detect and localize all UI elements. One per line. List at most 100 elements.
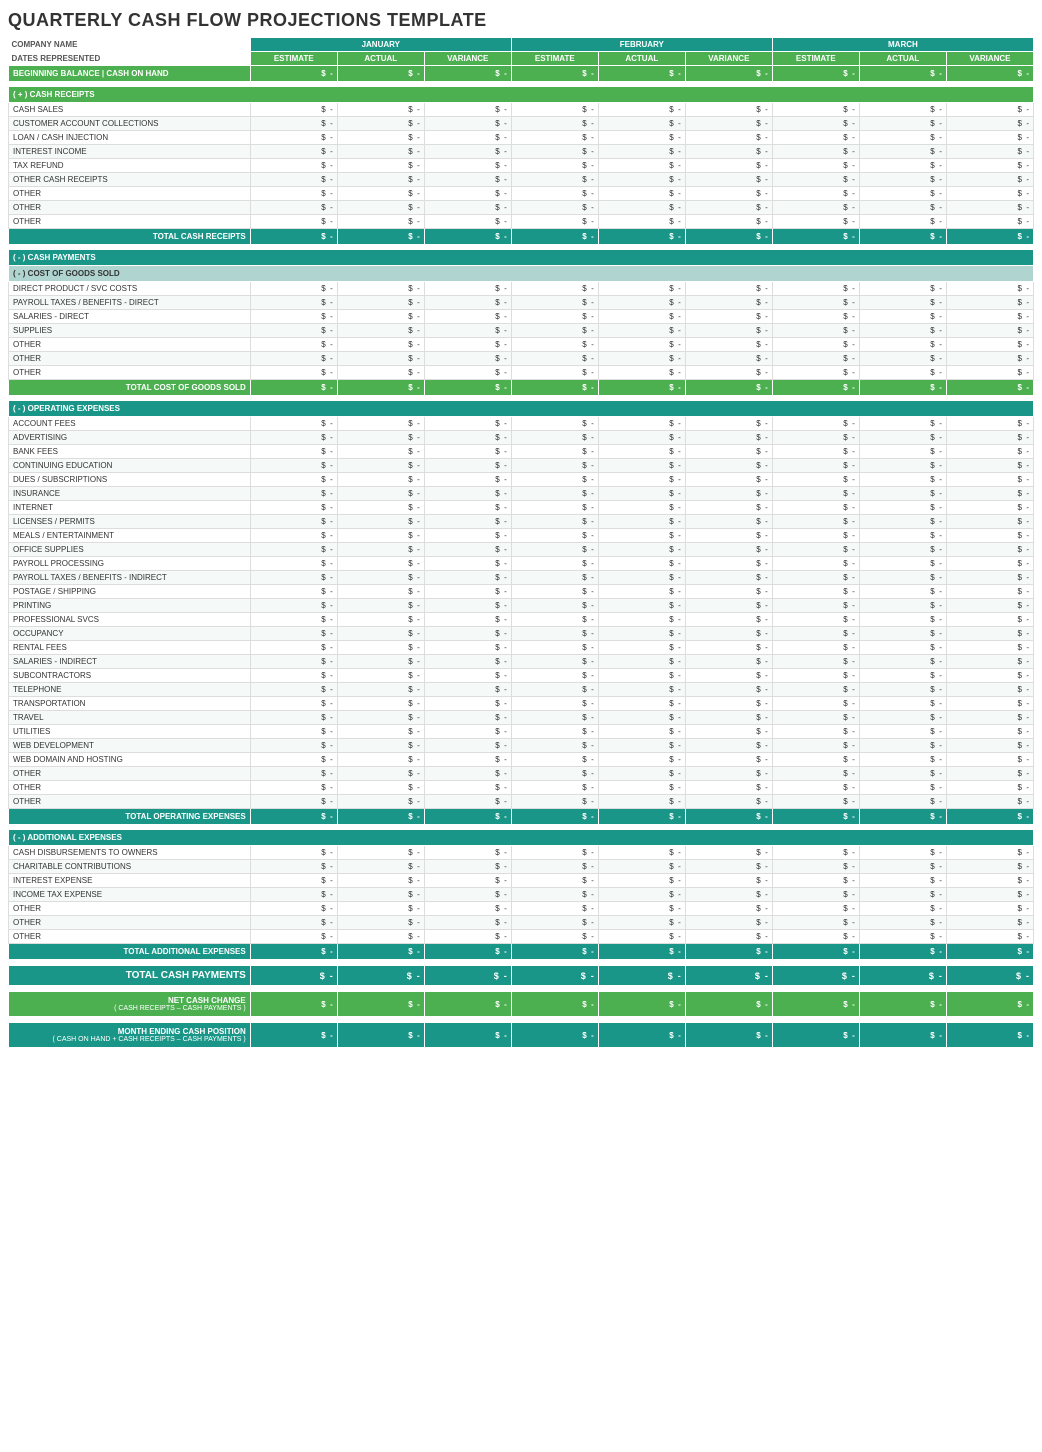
professional-svcs-label: PROFESSIONAL SVCS xyxy=(9,613,251,627)
jan-variance-header: VARIANCE xyxy=(424,52,511,66)
net-cash-change-sublabel: ( CASH RECEIPTS – CASH PAYMENTS ) xyxy=(13,1005,246,1012)
table-row: WEB DEVELOPMENT$ -$ -$ -$ -$ -$ -$ -$ -$… xyxy=(9,739,1034,753)
table-row: TRANSPORTATION$ -$ -$ -$ -$ -$ -$ -$ -$ … xyxy=(9,697,1034,711)
table-row: INTEREST INCOME $ -$ -$ - $ -$ -$ - $ -$… xyxy=(9,145,1034,159)
total-additional-expenses-label: TOTAL ADDITIONAL EXPENSES xyxy=(9,944,251,960)
payroll-taxes-indirect-label: PAYROLL TAXES / BENEFITS - INDIRECT xyxy=(9,571,251,585)
table-row: BANK FEES$ -$ -$ -$ -$ -$ -$ -$ -$ - xyxy=(9,445,1034,459)
meals-entertainment-label: MEALS / ENTERTAINMENT xyxy=(9,529,251,543)
bb-jan-est[interactable]: $ - xyxy=(250,66,337,82)
beginning-balance-label: BEGINNING BALANCE | CASH ON HAND xyxy=(9,66,251,82)
other3-label: OTHER xyxy=(9,215,251,229)
cash-receipts-header: ( + ) CASH RECEIPTS xyxy=(9,87,1034,103)
table-row: OFFICE SUPPLIES$ -$ -$ -$ -$ -$ -$ -$ -$… xyxy=(9,543,1034,557)
supplies-label: SUPPLIES xyxy=(9,324,251,338)
printing-label: PRINTING xyxy=(9,599,251,613)
other-cogs2-label: OTHER xyxy=(9,352,251,366)
table-row: INTEREST EXPENSE$ -$ -$ -$ -$ -$ -$ -$ -… xyxy=(9,874,1034,888)
table-row: CUSTOMER ACCOUNT COLLECTIONS $ -$ -$ - $… xyxy=(9,117,1034,131)
total-cogs-label: TOTAL COST OF GOODS SOLD xyxy=(9,380,251,396)
bb-mar-est[interactable]: $ - xyxy=(772,66,859,82)
table-row: OTHER$ -$ -$ -$ -$ -$ -$ -$ -$ - xyxy=(9,930,1034,944)
insurance-label: INSURANCE xyxy=(9,487,251,501)
payroll-processing-label: PAYROLL PROCESSING xyxy=(9,557,251,571)
telephone-label: TELEPHONE xyxy=(9,683,251,697)
bb-feb-act[interactable]: $ - xyxy=(598,66,685,82)
other-add1-label: OTHER xyxy=(9,902,251,916)
tax-refund-label: TAX REFUND xyxy=(9,159,251,173)
table-row: SALARIES - INDIRECT$ -$ -$ -$ -$ -$ -$ -… xyxy=(9,655,1034,669)
subcontractors-label: SUBCONTRACTORS xyxy=(9,669,251,683)
table-row: MEALS / ENTERTAINMENT$ -$ -$ -$ -$ -$ -$… xyxy=(9,529,1034,543)
table-row: CASH SALES $ -$ -$ - $ -$ -$ - $ -$ -$ - xyxy=(9,103,1034,117)
charitable-contributions-label: CHARITABLE CONTRIBUTIONS xyxy=(9,860,251,874)
table-row: CONTINUING EDUCATION$ -$ -$ -$ -$ -$ -$ … xyxy=(9,459,1034,473)
dues-subscriptions-label: DUES / SUBSCRIPTIONS xyxy=(9,473,251,487)
table-row: DIRECT PRODUCT / SVC COSTS $ -$ -$ - $ -… xyxy=(9,282,1034,296)
customer-collections-label: CUSTOMER ACCOUNT COLLECTIONS xyxy=(9,117,251,131)
total-cash-payments-label: TOTAL CASH PAYMENTS xyxy=(9,966,251,986)
bb-mar-act[interactable]: $ - xyxy=(859,66,946,82)
dates-label: DATES REPRESENTED xyxy=(9,52,251,66)
total-cash-receipts-label: TOTAL CASH RECEIPTS xyxy=(9,229,251,245)
cash-payments-header: ( - ) CASH PAYMENTS xyxy=(9,250,1034,266)
table-row: INCOME TAX EXPENSE$ -$ -$ -$ -$ -$ -$ -$… xyxy=(9,888,1034,902)
table-row: TELEPHONE$ -$ -$ -$ -$ -$ -$ -$ -$ - xyxy=(9,683,1034,697)
table-row: OTHER $ -$ -$ - $ -$ -$ - $ -$ -$ - xyxy=(9,187,1034,201)
bb-mar-var[interactable]: $ - xyxy=(946,66,1033,82)
licenses-permits-label: LICENSES / PERMITS xyxy=(9,515,251,529)
table-row: OCCUPANCY$ -$ -$ -$ -$ -$ -$ -$ -$ - xyxy=(9,627,1034,641)
table-row: OTHER $ -$ -$ - $ -$ -$ - $ -$ -$ - xyxy=(9,338,1034,352)
mar-actual-header: ACTUAL xyxy=(859,52,946,66)
mar-estimate-header: ESTIMATE xyxy=(772,52,859,66)
table-row: WEB DOMAIN AND HOSTING$ -$ -$ -$ -$ -$ -… xyxy=(9,753,1034,767)
january-header: JANUARY xyxy=(250,38,511,52)
operating-expenses-header: ( - ) OPERATING EXPENSES xyxy=(9,401,1034,417)
table-row: INTERNET$ -$ -$ -$ -$ -$ -$ -$ -$ - xyxy=(9,501,1034,515)
other-op2-label: OTHER xyxy=(9,781,251,795)
table-row: DUES / SUBSCRIPTIONS$ -$ -$ -$ -$ -$ -$ … xyxy=(9,473,1034,487)
bb-feb-est[interactable]: $ - xyxy=(511,66,598,82)
payroll-taxes-direct-label: PAYROLL TAXES / BENEFITS - DIRECT xyxy=(9,296,251,310)
other2-label: OTHER xyxy=(9,201,251,215)
office-supplies-label: OFFICE SUPPLIES xyxy=(9,543,251,557)
utilities-label: UTILITIES xyxy=(9,725,251,739)
table-row: UTILITIES$ -$ -$ -$ -$ -$ -$ -$ -$ - xyxy=(9,725,1034,739)
other-cash-receipts-label: OTHER CASH RECEIPTS xyxy=(9,173,251,187)
table-row: OTHER $ -$ -$ - $ -$ -$ - $ -$ -$ - xyxy=(9,366,1034,380)
bb-jan-act[interactable]: $ - xyxy=(337,66,424,82)
table-row: ADVERTISING$ -$ -$ -$ -$ -$ -$ -$ -$ - xyxy=(9,431,1034,445)
mar-variance-header: VARIANCE xyxy=(946,52,1033,66)
rental-fees-label: RENTAL FEES xyxy=(9,641,251,655)
table-row: INSURANCE$ -$ -$ -$ -$ -$ -$ -$ -$ - xyxy=(9,487,1034,501)
table-row: PROFESSIONAL SVCS$ -$ -$ -$ -$ -$ -$ -$ … xyxy=(9,613,1034,627)
web-domain-hosting-label: WEB DOMAIN AND HOSTING xyxy=(9,753,251,767)
february-header: FEBRUARY xyxy=(511,38,772,52)
table-row: OTHER$ -$ -$ -$ -$ -$ -$ -$ -$ - xyxy=(9,781,1034,795)
bb-feb-var[interactable]: $ - xyxy=(685,66,772,82)
cost-of-goods-header: ( - ) COST OF GOODS SOLD xyxy=(9,266,1034,282)
table-row: TAX REFUND $ -$ -$ - $ -$ -$ - $ -$ -$ - xyxy=(9,159,1034,173)
table-row: OTHER $ -$ -$ - $ -$ -$ - $ -$ -$ - xyxy=(9,352,1034,366)
month-ending-cell: MONTH ENDING CASH POSITION ( CASH ON HAN… xyxy=(9,1023,251,1048)
cash-sales-label: CASH SALES xyxy=(9,103,251,117)
web-development-label: WEB DEVELOPMENT xyxy=(9,739,251,753)
bb-jan-var[interactable]: $ - xyxy=(424,66,511,82)
other-add3-label: OTHER xyxy=(9,930,251,944)
salaries-indirect-label: SALARIES - INDIRECT xyxy=(9,655,251,669)
table-row: PAYROLL PROCESSING$ -$ -$ -$ -$ -$ -$ -$… xyxy=(9,557,1034,571)
account-fees-label: ACCOUNT FEES xyxy=(9,417,251,431)
table-row: OTHER$ -$ -$ -$ -$ -$ -$ -$ -$ - xyxy=(9,902,1034,916)
interest-income-label: INTEREST INCOME xyxy=(9,145,251,159)
continuing-ed-label: CONTINUING EDUCATION xyxy=(9,459,251,473)
table-row: OTHER$ -$ -$ -$ -$ -$ -$ -$ -$ - xyxy=(9,916,1034,930)
other-cogs1-label: OTHER xyxy=(9,338,251,352)
table-row: SUPPLIES $ -$ -$ - $ -$ -$ - $ -$ -$ - xyxy=(9,324,1034,338)
total-operating-expenses-label: TOTAL OPERATING EXPENSES xyxy=(9,809,251,825)
net-cash-change-label: NET CASH CHANGE xyxy=(13,996,246,1005)
page-title: QUARTERLY CASH FLOW PROJECTIONS TEMPLATE xyxy=(8,10,1034,31)
table-row: PAYROLL TAXES / BENEFITS - INDIRECT$ -$ … xyxy=(9,571,1034,585)
loan-injection-label: LOAN / CASH INJECTION xyxy=(9,131,251,145)
table-row: OTHER$ -$ -$ -$ -$ -$ -$ -$ -$ - xyxy=(9,767,1034,781)
travel-label: TRAVEL xyxy=(9,711,251,725)
